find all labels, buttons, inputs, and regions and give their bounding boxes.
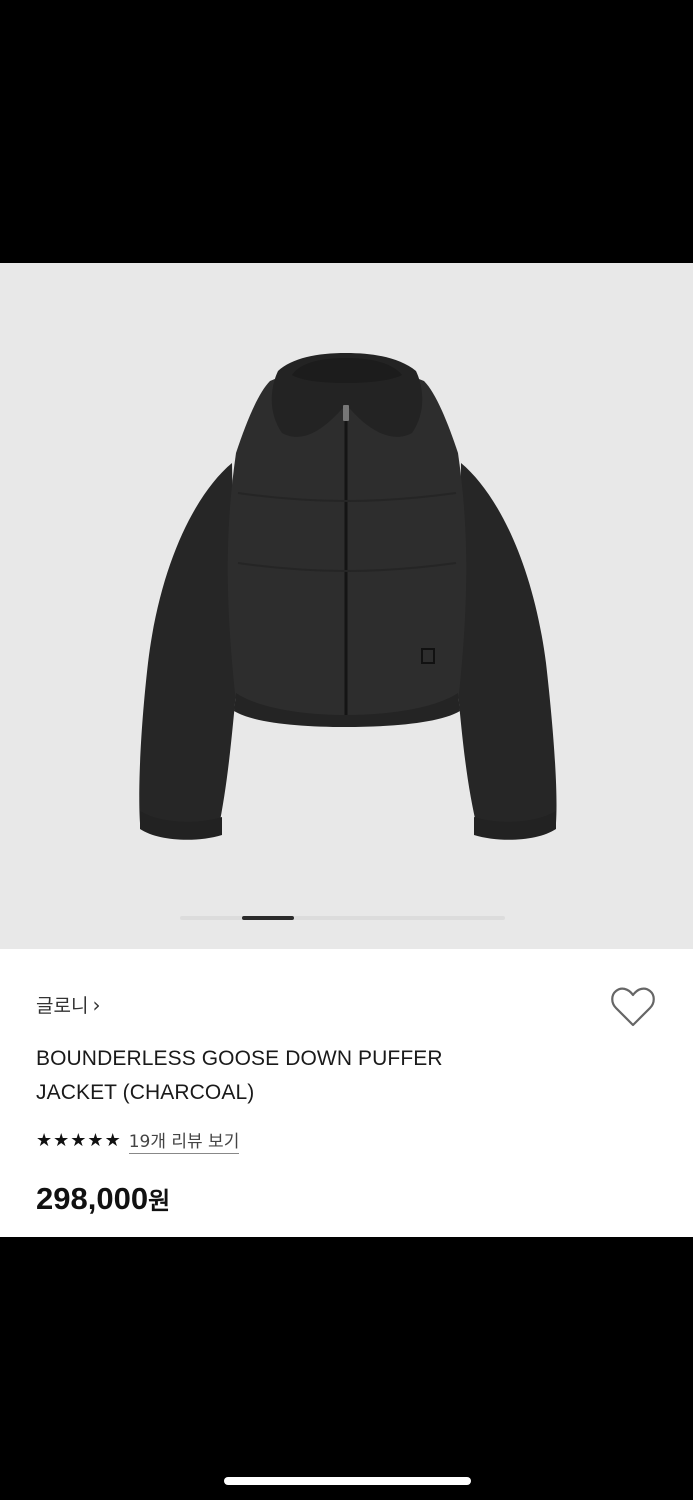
gallery-pager-indicator [242,916,294,920]
chevron-right-icon: › [92,992,101,1017]
heart-outline-icon[interactable] [610,987,656,1029]
price-currency: 원 [148,1187,171,1215]
brand-link[interactable]: 글로니 › [36,991,100,1018]
star-rating: ★ ★ ★ ★ ★ [36,1129,121,1151]
product-image-gallery[interactable] [0,263,693,949]
product-info-panel: 글로니 › BOUNDERLESS GOOSE DOWN PUFFER JACK… [0,949,693,1237]
star-icon: ★ [70,1129,87,1151]
star-icon: ★ [36,1129,53,1151]
product-title-line-1: BOUNDERLESS GOOSE DOWN PUFFER [36,1047,443,1070]
rating-row: ★ ★ ★ ★ ★ 19개 리뷰 보기 [36,1127,240,1154]
star-icon: ★ [53,1129,70,1151]
price: 298,000 원 [36,1181,170,1217]
star-icon: ★ [87,1129,104,1151]
product-image-jacket [139,353,557,840]
price-amount: 298,000 [36,1181,149,1216]
gallery-pager [180,916,505,920]
product-title: BOUNDERLESS GOOSE DOWN PUFFER JACKET (CH… [36,1042,556,1110]
view-reviews-link[interactable]: 19개 리뷰 보기 [128,1127,240,1154]
home-indicator[interactable] [224,1477,471,1485]
product-title-line-2: JACKET (CHARCOAL) [36,1081,255,1104]
brand-name: 글로니 [36,995,89,1017]
star-icon: ★ [104,1129,121,1151]
screen: 글로니 › BOUNDERLESS GOOSE DOWN PUFFER JACK… [0,0,693,1500]
